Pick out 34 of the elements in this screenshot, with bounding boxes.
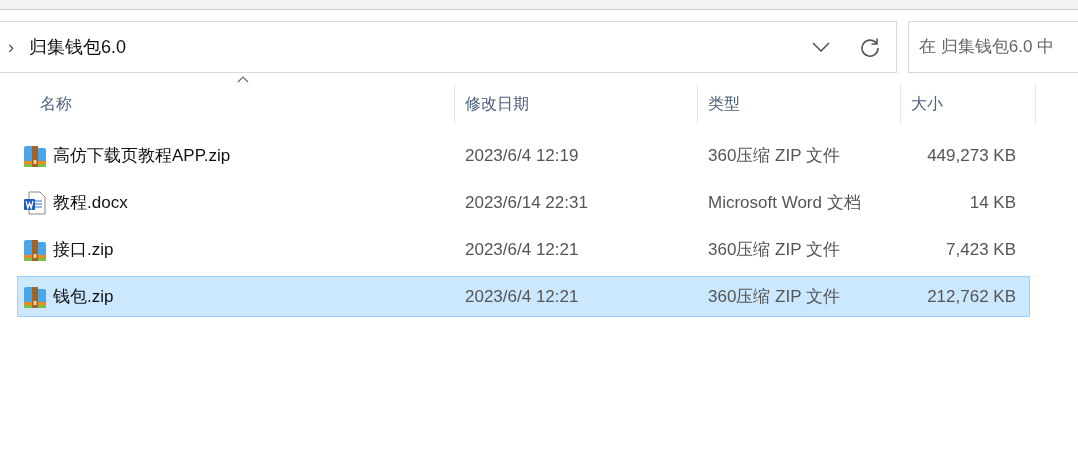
address-bar[interactable]: › 归集钱包6.0 — [0, 21, 897, 73]
file-row[interactable]: 教程.docx 2023/6/14 22:31 Microsoft Word 文档 14 KB — [17, 182, 1030, 223]
archive-folder-icon — [23, 284, 47, 309]
file-name: 接口.zip — [53, 238, 114, 261]
address-path: 归集钱包6.0 — [29, 35, 127, 59]
archive-folder-icon — [23, 143, 47, 168]
file-name: 钱包.zip — [53, 285, 114, 308]
file-size: 7,423 KB — [946, 239, 1016, 259]
file-row[interactable]: 钱包.zip 2023/6/4 12:21 360压缩 ZIP 文件 212,762 KB — [17, 276, 1030, 317]
column-header[interactable]: 大小 — [900, 84, 1035, 124]
column-header[interactable]: 名称 — [0, 84, 454, 124]
dropdown-icon[interactable] — [812, 42, 830, 52]
modified-date: 2023/6/4 12:21 — [465, 239, 579, 259]
file-row[interactable]: 高仿下载页教程APP.zip 2023/6/4 12:19 360压缩 ZIP 文件 449,273 KB — [17, 135, 1030, 176]
chevron-icon: › — [8, 33, 22, 61]
modified-date: 2023/6/4 12:19 — [465, 145, 579, 165]
file-type: 360压缩 ZIP 文件 — [708, 286, 840, 306]
column-header[interactable]: 类型 — [697, 84, 900, 124]
modified-date: 2023/6/14 22:31 — [465, 192, 588, 212]
file-row[interactable]: 接口.zip 2023/6/4 12:21 360压缩 ZIP 文件 7,423 KB — [17, 229, 1030, 270]
file-size: 449,273 KB — [927, 145, 1016, 165]
word-document-icon — [23, 190, 47, 215]
file-type: 360压缩 ZIP 文件 — [708, 145, 840, 165]
file-name: 教程.docx — [53, 191, 128, 214]
file-type: 360压缩 ZIP 文件 — [708, 239, 840, 259]
file-size: 212,762 KB — [927, 286, 1016, 306]
modified-date: 2023/6/4 12:21 — [465, 286, 579, 306]
file-name: 高仿下载页教程APP.zip — [53, 144, 231, 167]
file-type: Microsoft Word 文档 — [708, 192, 861, 212]
column-header[interactable]: 修改日期 — [454, 84, 697, 124]
refresh-icon[interactable] — [860, 37, 880, 57]
file-size: 14 KB — [969, 192, 1016, 212]
archive-folder-icon — [23, 237, 47, 262]
search-field[interactable]: 在 归集钱包6.0 中 — [908, 21, 1078, 73]
